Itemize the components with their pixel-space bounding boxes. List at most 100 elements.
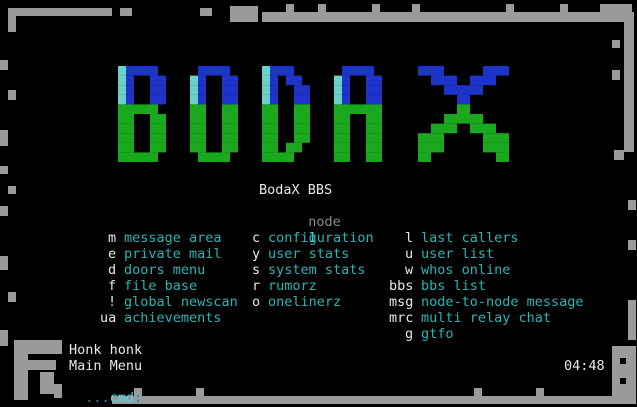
logo-block bbox=[126, 152, 134, 162]
logo-block bbox=[158, 142, 166, 153]
menu-key: d bbox=[108, 262, 117, 278]
menu-item-doors-menu[interactable]: doors menu bbox=[124, 262, 205, 278]
logo-block bbox=[150, 104, 158, 114]
menu-item-global-newscan[interactable]: global newscan bbox=[124, 294, 238, 310]
logo-block bbox=[302, 104, 310, 114]
logo-block bbox=[294, 133, 302, 143]
logo-block bbox=[366, 75, 374, 86]
status-message: Honk honk bbox=[69, 342, 143, 358]
logo-block bbox=[374, 94, 382, 105]
logo-block bbox=[302, 123, 310, 134]
logo-block bbox=[190, 75, 198, 86]
logo-block bbox=[431, 66, 444, 76]
logo-block bbox=[126, 66, 134, 76]
logo-block bbox=[134, 66, 142, 76]
menu-item-achievements[interactable]: achievements bbox=[124, 310, 222, 326]
logo-block bbox=[230, 123, 238, 134]
menu-item-file-base[interactable]: file base bbox=[124, 278, 197, 294]
logo-block bbox=[334, 142, 342, 153]
logo-block bbox=[222, 85, 230, 95]
logo-block bbox=[270, 123, 278, 134]
logo-block bbox=[294, 85, 302, 95]
logo-block bbox=[270, 142, 278, 153]
logo-block bbox=[483, 66, 496, 76]
logo-block bbox=[431, 123, 444, 134]
logo-block bbox=[270, 75, 278, 86]
menu-item-bbs-list[interactable]: bbs list bbox=[421, 278, 486, 294]
menu-item-private-mail[interactable]: private mail bbox=[124, 246, 222, 262]
logo-block bbox=[374, 75, 382, 86]
logo-block bbox=[190, 123, 198, 134]
logo-block bbox=[126, 94, 134, 105]
menu-item-rumorz[interactable]: rumorz bbox=[268, 278, 317, 294]
logo-block bbox=[198, 94, 206, 105]
logo-letter-a bbox=[334, 66, 382, 162]
menu-key: msg bbox=[389, 294, 414, 310]
logo-block bbox=[286, 66, 294, 76]
logo-block bbox=[118, 152, 126, 162]
logo-block bbox=[158, 133, 166, 143]
menu-item-gtfo[interactable]: gtfo bbox=[421, 326, 454, 342]
logo-block bbox=[294, 114, 302, 124]
logo-block bbox=[262, 114, 270, 124]
logo-block bbox=[158, 114, 166, 124]
logo-block bbox=[198, 114, 206, 124]
logo-block bbox=[270, 114, 278, 124]
logo-block bbox=[457, 114, 470, 124]
logo-block bbox=[444, 85, 457, 95]
menu-key: c bbox=[252, 230, 261, 246]
menu-item-last-callers[interactable]: last callers bbox=[421, 230, 519, 246]
menu-item-user-stats[interactable]: user stats bbox=[268, 246, 349, 262]
logo-block bbox=[150, 123, 158, 134]
logo-block bbox=[483, 142, 496, 153]
logo-block bbox=[431, 75, 444, 86]
logo-block bbox=[444, 123, 457, 134]
logo-block bbox=[294, 94, 302, 105]
menu-item-system-stats[interactable]: system stats bbox=[268, 262, 366, 278]
logo-block bbox=[230, 114, 238, 124]
logo-block bbox=[496, 152, 509, 162]
logo-block bbox=[118, 114, 126, 124]
menu-key: mrc bbox=[389, 310, 414, 326]
logo-block bbox=[118, 66, 126, 76]
logo-block bbox=[158, 94, 166, 105]
logo-block bbox=[150, 94, 158, 105]
logo-block bbox=[198, 133, 206, 143]
node-indicator: node 1 bbox=[292, 198, 341, 246]
logo-block bbox=[342, 94, 350, 105]
logo-block bbox=[374, 123, 382, 134]
menu-item-whos-online[interactable]: whos online bbox=[421, 262, 510, 278]
menu-item-message-area[interactable]: message area bbox=[124, 230, 222, 246]
menu-key: m bbox=[108, 230, 117, 246]
logo-letter-b bbox=[118, 66, 166, 162]
logo-block bbox=[126, 104, 134, 114]
logo-letter-d bbox=[262, 66, 310, 162]
logo-block bbox=[126, 75, 134, 86]
logo-block bbox=[366, 142, 374, 153]
logo-block bbox=[150, 75, 158, 86]
prompt-dots: ... bbox=[85, 390, 110, 406]
logo-block bbox=[496, 133, 509, 143]
logo-block bbox=[262, 66, 270, 76]
menu-item-onelinerz[interactable]: onelinerz bbox=[268, 294, 341, 310]
logo-block bbox=[496, 66, 509, 76]
logo-block bbox=[270, 104, 278, 114]
clock: 04:48 bbox=[564, 358, 605, 374]
logo-block bbox=[374, 85, 382, 95]
logo-block bbox=[366, 66, 374, 76]
logo-block bbox=[206, 152, 214, 162]
logo-block bbox=[294, 104, 302, 114]
menu-item-node-to-node-message[interactable]: node-to-node message bbox=[421, 294, 584, 310]
menu-item-configuration[interactable]: configuration bbox=[268, 230, 374, 246]
logo-block bbox=[126, 114, 134, 124]
menu-item-user-list[interactable]: user list bbox=[421, 246, 494, 262]
logo-block bbox=[150, 133, 158, 143]
logo-block bbox=[342, 114, 350, 124]
logo-block bbox=[334, 114, 342, 124]
logo-block bbox=[118, 123, 126, 134]
logo-block bbox=[418, 142, 431, 153]
menu-item-multi-relay-chat[interactable]: multi relay chat bbox=[421, 310, 551, 326]
logo-block bbox=[134, 152, 142, 162]
command-prompt[interactable]: ...cmd: bbox=[69, 374, 142, 406]
prompt-cmd: cmd bbox=[109, 390, 135, 406]
